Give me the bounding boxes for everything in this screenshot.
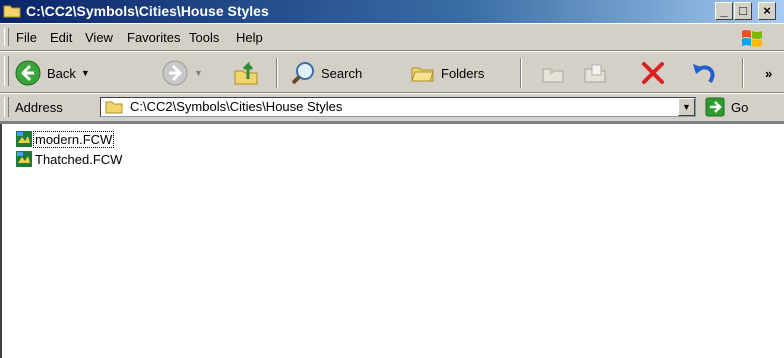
fcw-file-icon bbox=[16, 151, 32, 167]
up-folder-button[interactable] bbox=[232, 58, 260, 88]
up-folder-icon bbox=[234, 61, 258, 85]
back-button[interactable]: Back ▼ bbox=[14, 58, 90, 88]
menu-grip[interactable] bbox=[4, 28, 9, 46]
go-arrow-icon bbox=[705, 97, 725, 117]
back-label: Back bbox=[47, 65, 76, 81]
toolbar-separator bbox=[520, 58, 522, 88]
forward-arrow-icon bbox=[162, 60, 188, 86]
move-to-icon bbox=[542, 67, 564, 83]
toolbar-separator bbox=[742, 58, 744, 88]
minimize-button[interactable]: _ bbox=[715, 2, 733, 20]
toolbar-overflow-chevron[interactable]: » bbox=[765, 58, 772, 88]
folder-icon bbox=[3, 5, 21, 18]
toolbar-grip[interactable] bbox=[4, 56, 9, 86]
menu-file[interactable]: File bbox=[16, 30, 37, 45]
file-item-thatched[interactable]: Thatched.FCW bbox=[16, 150, 123, 168]
address-grip[interactable] bbox=[4, 97, 9, 117]
file-list-pane[interactable]: modern.FCW Thatched.FCW bbox=[0, 122, 784, 358]
back-dropdown-icon[interactable]: ▼ bbox=[81, 68, 90, 78]
address-value[interactable]: C:\CC2\Symbols\Cities\House Styles bbox=[130, 99, 342, 114]
toolbar-separator bbox=[276, 58, 278, 88]
title-bar: C:\CC2\Symbols\Cities\House Styles _ □ × bbox=[0, 0, 784, 23]
file-name: modern.FCW bbox=[32, 130, 115, 148]
file-item-modern[interactable]: modern.FCW bbox=[16, 130, 115, 148]
address-input[interactable]: C:\CC2\Symbols\Cities\House Styles ▼ bbox=[100, 97, 696, 117]
delete-button[interactable] bbox=[640, 58, 666, 88]
menu-tools[interactable]: Tools bbox=[189, 30, 219, 45]
undo-button[interactable] bbox=[690, 58, 718, 88]
folders-button[interactable]: Folders bbox=[410, 58, 484, 88]
file-name: Thatched.FCW bbox=[35, 151, 123, 167]
menu-edit[interactable]: Edit bbox=[50, 30, 72, 45]
folders-label: Folders bbox=[441, 65, 485, 81]
move-to-button[interactable] bbox=[540, 58, 566, 88]
menu-help[interactable]: Help bbox=[236, 30, 263, 45]
menu-view[interactable]: View bbox=[85, 30, 113, 45]
search-label: Search bbox=[321, 65, 363, 81]
undo-icon bbox=[693, 64, 715, 84]
search-button[interactable]: Search bbox=[290, 58, 362, 88]
search-icon bbox=[291, 62, 314, 85]
window-title: C:\CC2\Symbols\Cities\House Styles bbox=[26, 3, 269, 19]
go-button[interactable]: Go bbox=[705, 97, 748, 117]
address-label: Address bbox=[15, 100, 63, 115]
copy-to-button[interactable] bbox=[582, 58, 608, 88]
copy-to-icon bbox=[584, 64, 606, 83]
address-dropdown-icon[interactable]: ▼ bbox=[678, 98, 695, 116]
fcw-file-icon bbox=[16, 131, 32, 147]
go-label: Go bbox=[731, 99, 749, 115]
folders-icon bbox=[411, 67, 434, 82]
address-bar: Address C:\CC2\Symbols\Cities\House Styl… bbox=[0, 93, 784, 122]
maximize-button[interactable]: □ bbox=[734, 2, 752, 20]
standard-toolbar: Back ▼ ▼ Search Folders » bbox=[0, 51, 784, 93]
delete-icon bbox=[642, 62, 664, 84]
close-button[interactable]: × bbox=[758, 2, 776, 20]
folder-icon bbox=[105, 101, 123, 114]
forward-button[interactable]: ▼ bbox=[161, 58, 203, 88]
forward-dropdown-icon[interactable]: ▼ bbox=[194, 68, 203, 78]
back-arrow-icon bbox=[15, 60, 41, 86]
menu-favorites[interactable]: Favorites bbox=[127, 30, 180, 45]
menu-bar: File Edit View Favorites Tools Help bbox=[0, 23, 784, 51]
windows-logo-icon bbox=[732, 26, 772, 50]
